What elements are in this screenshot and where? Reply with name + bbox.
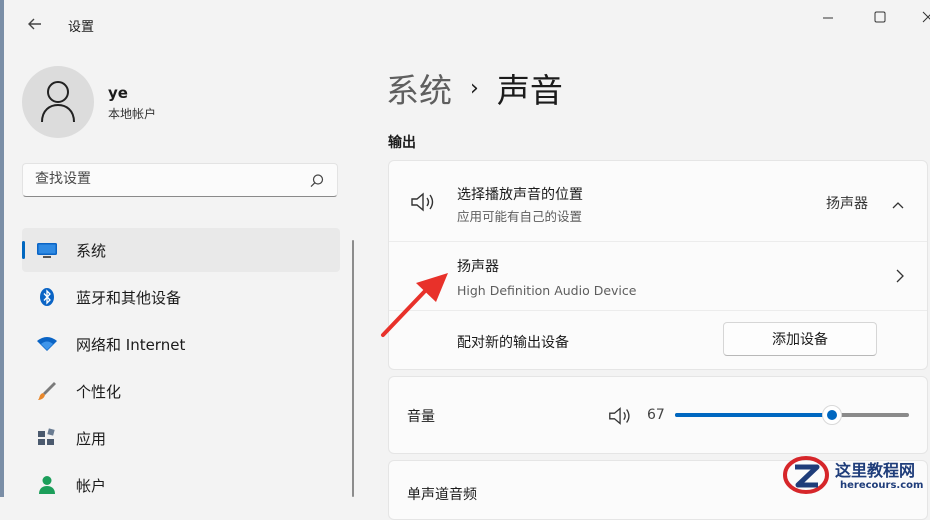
speaker-icon [409, 191, 439, 217]
choose-output-row[interactable]: 选择播放声音的位置 应用可能有自己的设置 扬声器 [389, 161, 927, 241]
window-edge [0, 0, 4, 497]
avatar[interactable] [22, 66, 94, 138]
selection-indicator [22, 241, 25, 259]
slider-fill [675, 413, 832, 417]
wifi-icon [36, 334, 58, 354]
choose-output-subtitle: 应用可能有自己的设置 [457, 209, 583, 224]
search-input[interactable] [35, 171, 295, 187]
watermark-url: herecours.com [840, 480, 924, 491]
sidebar-item-bluetooth[interactable]: 蓝牙和其他设备 [22, 275, 340, 319]
volume-card: 音量 67 [388, 376, 928, 454]
search-icon[interactable] [309, 173, 325, 193]
sidebar-item-accounts[interactable]: 帐户 [22, 463, 340, 507]
app-title: 设置 [68, 20, 95, 35]
monitor-icon [36, 240, 58, 260]
mono-audio-label: 单声道音频 [407, 487, 477, 503]
sidebar-item-label: 帐户 [76, 477, 107, 495]
page-title: 声音 [496, 71, 563, 110]
watermark: 这里教程网 herecours.com [780, 452, 930, 497]
chevron-up-icon[interactable] [891, 195, 905, 214]
person-icon [41, 81, 75, 123]
volume-value: 67 [647, 407, 665, 423]
apps-icon [36, 428, 58, 448]
volume-label: 音量 [407, 409, 435, 425]
watermark-title: 这里教程网 [835, 461, 916, 480]
sidebar-item-label: 蓝牙和其他设备 [76, 289, 182, 307]
device-title: 扬声器 [457, 259, 499, 275]
user-name: ye [108, 84, 128, 102]
output-device-value: 扬声器 [826, 196, 868, 212]
sidebar-item-apps[interactable]: 应用 [22, 416, 340, 460]
back-arrow-icon[interactable] [24, 13, 46, 35]
slider-thumb[interactable] [821, 405, 842, 425]
output-card: 选择播放声音的位置 应用可能有自己的设置 扬声器 扬声器 High Defini… [388, 160, 928, 370]
annotation-arrow-icon [381, 273, 448, 337]
minimize-icon[interactable] [808, 6, 848, 30]
maximize-icon[interactable] [860, 6, 900, 30]
pair-output-label: 配对新的输出设备 [457, 335, 569, 351]
breadcrumb: 系统 › 声音 [386, 64, 563, 112]
divider [389, 310, 927, 311]
sidebar-item-network[interactable]: 网络和 Internet [22, 322, 340, 366]
sidebar-item-label: 个性化 [76, 383, 122, 401]
search-box[interactable] [22, 163, 338, 197]
account-icon [36, 475, 58, 495]
account-type: 本地帐户 [108, 107, 157, 121]
brush-icon [36, 381, 58, 401]
section-title-output: 输出 [388, 135, 416, 151]
close-icon[interactable] [908, 6, 930, 30]
breadcrumb-separator: › [470, 75, 479, 101]
chevron-right-icon[interactable] [895, 268, 905, 288]
add-device-button[interactable]: 添加设备 [723, 322, 877, 356]
sidebar-item-label: 应用 [76, 430, 107, 448]
watermark-logo-icon [783, 456, 829, 494]
breadcrumb-parent[interactable]: 系统 [386, 64, 452, 112]
title-bar: 设置 [4, 0, 930, 48]
sidebar-item-label: 网络和 Internet [76, 336, 186, 354]
device-subtitle: High Definition Audio Device [457, 283, 637, 298]
bluetooth-icon [36, 287, 58, 307]
volume-slider[interactable] [675, 405, 909, 425]
sidebar-scrollbar[interactable] [352, 240, 354, 497]
speaker-icon[interactable] [607, 405, 635, 431]
sidebar-item-personalization[interactable]: 个性化 [22, 369, 340, 413]
choose-output-title: 选择播放声音的位置 [457, 187, 583, 203]
speaker-device-row[interactable]: 扬声器 High Definition Audio Device [389, 242, 927, 310]
sidebar-nav: 系统 蓝牙和其他设备 网络和 Internet 个性化 应用 帐户 [22, 228, 340, 510]
sidebar-item-system[interactable]: 系统 [22, 228, 340, 272]
sidebar-item-label: 系统 [76, 242, 107, 260]
